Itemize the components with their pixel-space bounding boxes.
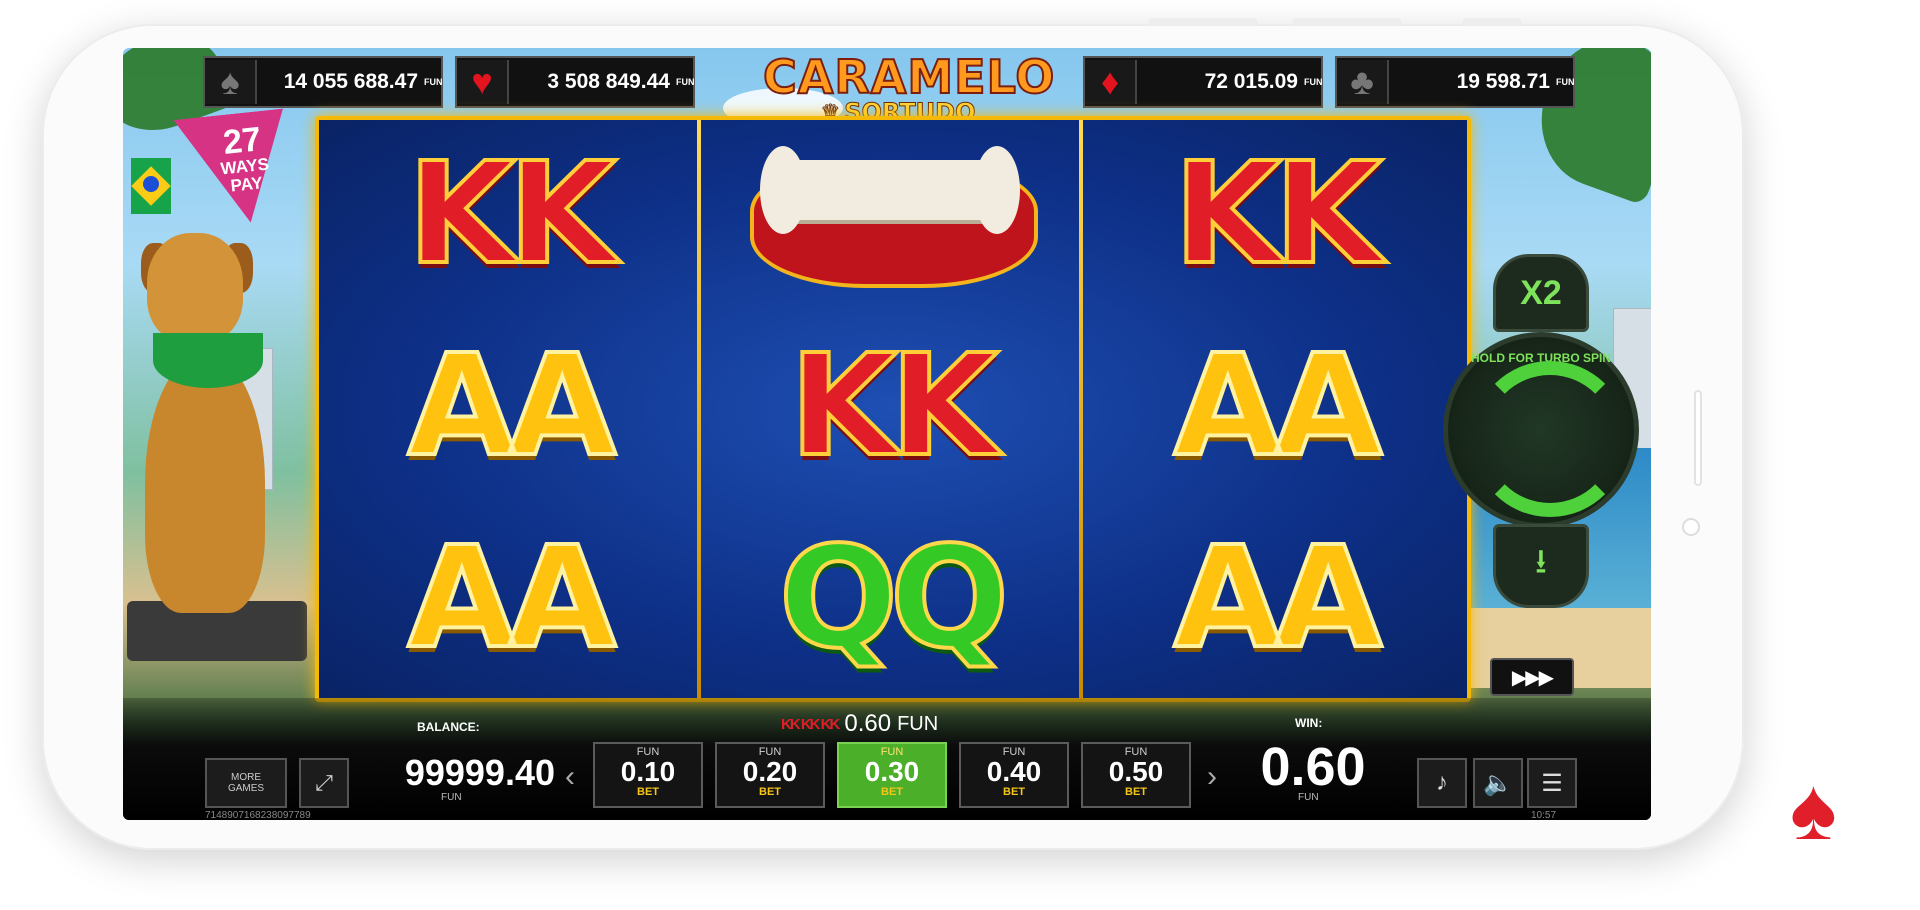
multiplier-button[interactable]: X2 [1493, 254, 1589, 332]
balance-currency: FUN [441, 792, 462, 803]
spade-icon: ♠ [205, 60, 257, 104]
symbol-a: AA [406, 325, 619, 488]
music-icon[interactable]: ♪ [1417, 758, 1467, 808]
balance-value: 99999.40 [404, 752, 555, 793]
jackpot-heart: ♥ 3 508 849.44 FUN [455, 56, 695, 108]
dog-mascot [127, 233, 307, 661]
diamond-icon: ♦ [1085, 60, 1137, 104]
win-currency: FUN [1298, 792, 1319, 803]
win-label: WIN: [1295, 716, 1323, 730]
jackpot-club: ♣ 19 598.71 FUN [1335, 56, 1575, 108]
kk-mini-icon: KK KK KK [781, 715, 840, 733]
download-icon[interactable]: ⭳ [1493, 524, 1589, 608]
bone-symbol-icon [701, 120, 1079, 310]
symbol-a: AA [406, 517, 619, 680]
bet-prev-arrow-icon[interactable]: ‹ [565, 760, 575, 794]
phone-sensor [1682, 518, 1700, 536]
reel-2: KK QQ [701, 120, 1079, 698]
jackpot-currency: FUN [676, 77, 695, 87]
session-id: 7148907168238097789 [205, 810, 311, 820]
jackpot-value: 72 015.09 [1204, 70, 1298, 93]
symbol-k: KK [1172, 133, 1385, 296]
game-logo: CARAMELO ♛ SORTUDO [762, 50, 1056, 126]
menu-icon[interactable]: ☰ [1527, 758, 1577, 808]
clock: 10:57 [1531, 810, 1557, 820]
phone-side-button [1292, 18, 1402, 26]
game-screen: ♠ 14 055 688.47 FUN ♥ 3 508 849.44 FUN ♦… [123, 48, 1651, 820]
phone-speaker-slot [1694, 390, 1702, 486]
jackpot-spade: ♠ 14 055 688.47 FUN [203, 56, 443, 108]
reel-area[interactable]: KK AA AA KK QQ KK AA AA [315, 116, 1471, 702]
jackpot-value: 19 598.71 [1456, 70, 1550, 93]
ways-pay-text: 27 WAYS PAY [204, 120, 285, 197]
brand-spade-logo-icon: ♠ [1790, 759, 1837, 858]
symbol-q: QQ [777, 517, 1011, 680]
spin-button[interactable]: HOLD FOR TURBO SPIN [1443, 332, 1639, 528]
fullscreen-icon[interactable]: ⤢ [299, 758, 349, 808]
bet-option[interactable]: FUN 0.10 BET [593, 742, 703, 808]
heart-icon: ♥ [457, 60, 509, 104]
symbol-k: KK [788, 325, 1001, 488]
lines-info: KK KK KK 0.60 FUN [781, 710, 938, 738]
symbol-a: AA [1172, 517, 1385, 680]
lines-amount: 0.60 [844, 710, 892, 737]
jackpot-currency: FUN [1556, 77, 1575, 87]
jackpot-value: 14 055 688.47 [283, 70, 418, 93]
jackpot-value: 3 508 849.44 [547, 70, 670, 93]
reel-divider [1079, 120, 1083, 698]
jackpot-diamond: ♦ 72 015.09 FUN [1083, 56, 1323, 108]
bet-option[interactable]: FUN 0.40 BET [959, 742, 1069, 808]
jackpot-currency: FUN [1304, 77, 1323, 87]
bet-next-arrow-icon[interactable]: › [1207, 760, 1217, 794]
scarf [153, 333, 263, 388]
symbol-a: AA [1172, 325, 1385, 488]
bet-option[interactable]: FUN 0.20 BET [715, 742, 825, 808]
symbol-k: KK [406, 133, 619, 296]
lines-currency: FUN [897, 712, 939, 735]
sound-icon[interactable]: 🔈 [1473, 758, 1523, 808]
reel-3: KK AA AA [1085, 120, 1463, 698]
win-value: 0.60 [1260, 737, 1366, 797]
reel-1: KK AA AA [319, 120, 697, 698]
autoplay-button[interactable]: ▶▶▶ [1490, 658, 1574, 696]
brazil-flag-icon [131, 158, 171, 214]
jackpot-currency: FUN [424, 77, 443, 87]
bet-option[interactable]: FUN 0.50 BET [1081, 742, 1191, 808]
bet-option-selected[interactable]: FUN 0.30 BET [837, 742, 947, 808]
more-games-button[interactable]: MORE GAMES [205, 758, 287, 808]
phone-side-button [1148, 18, 1258, 26]
logo-title: CARAMELO [762, 50, 1056, 104]
balance-label: BALANCE: [417, 720, 480, 734]
club-icon: ♣ [1337, 60, 1389, 104]
phone-side-button [1462, 18, 1522, 26]
refresh-icon [1472, 361, 1628, 517]
